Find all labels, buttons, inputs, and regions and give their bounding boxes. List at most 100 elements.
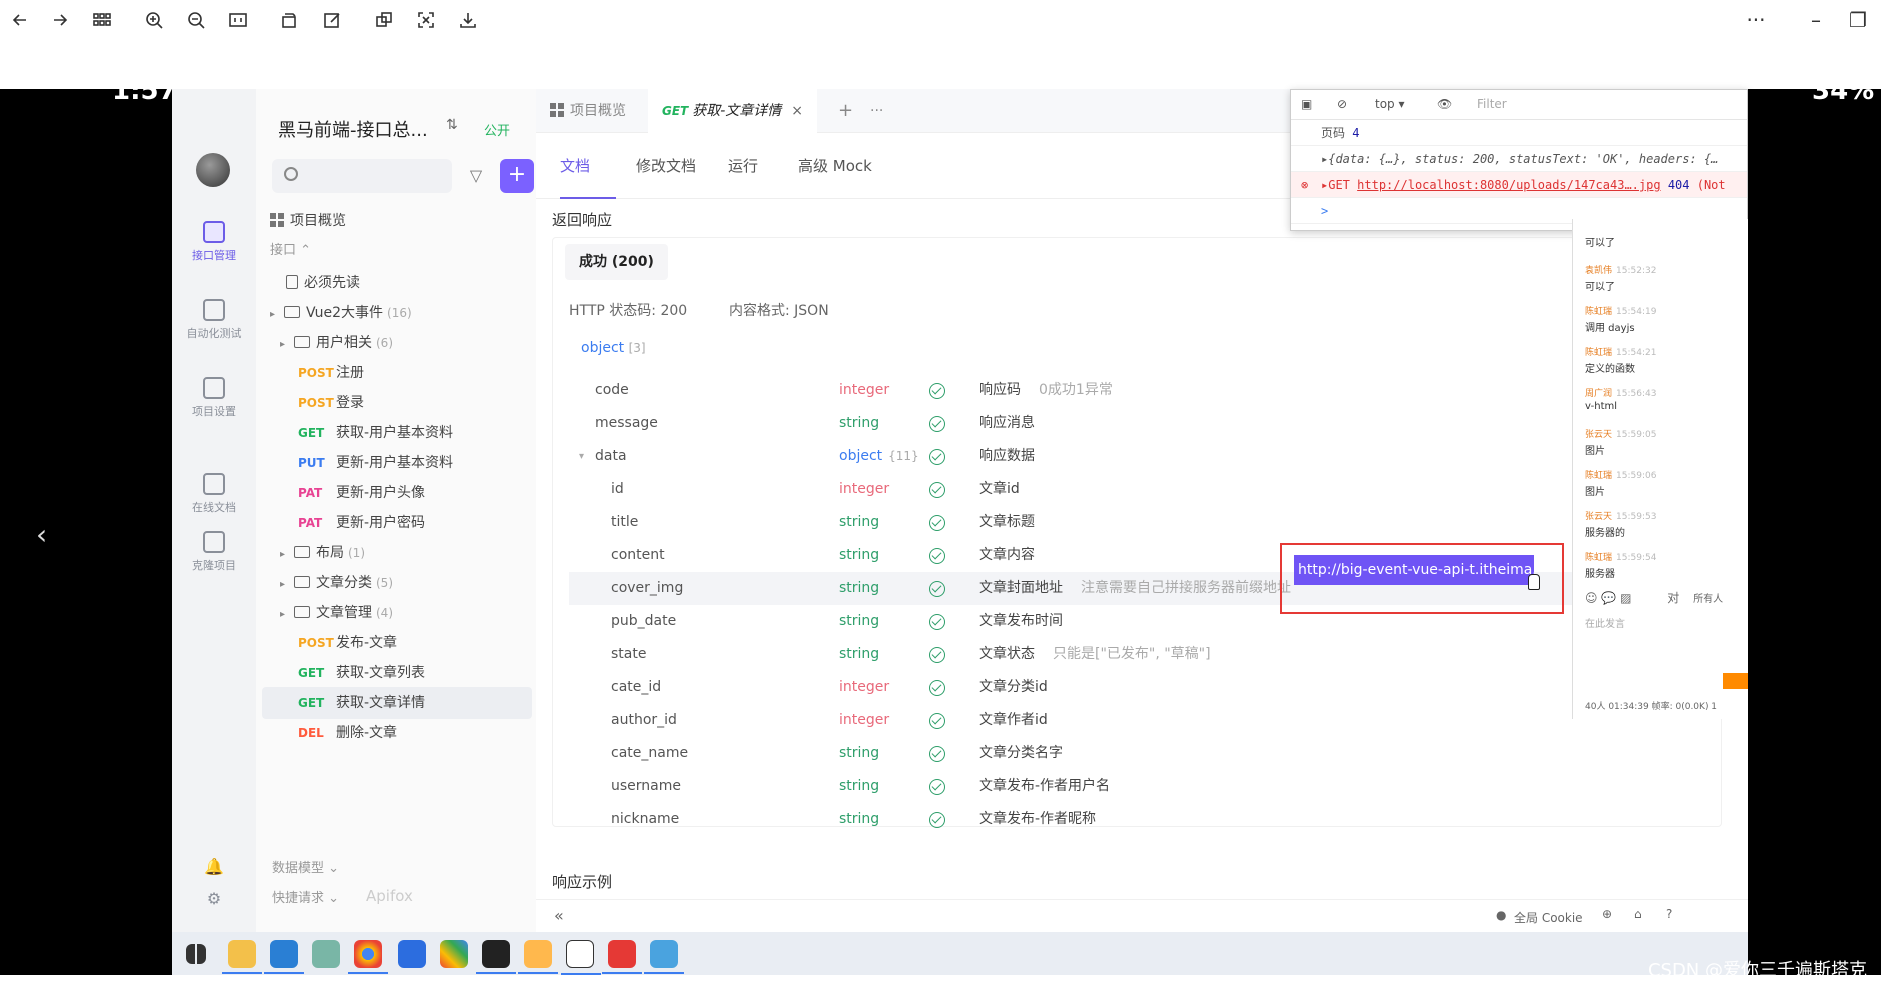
minimize-icon[interactable]: – [1802,6,1830,34]
api-item[interactable]: GET 获取-文章列表 [256,657,536,689]
app-multicolor-icon[interactable] [440,940,468,968]
console-error[interactable]: ⊗ ▸GET http://localhost:8080/uploads/147c… [1291,172,1747,198]
clear-console-icon[interactable]: ⊘ [1337,97,1347,111]
previous-image-icon[interactable]: ‹ [36,518,47,551]
project-name[interactable]: 黑马前端-接口总... [278,116,428,142]
chrome-icon[interactable] [348,940,388,974]
project-switch-icon[interactable]: ⇅ [446,117,458,133]
data-models-link[interactable]: 数据模型 ⌄ [272,857,339,876]
api-item[interactable]: GET 获取-文章详情 [262,687,532,719]
field-description: 文章标题 [979,506,1035,539]
avatar[interactable] [196,153,230,187]
upload-icon[interactable]: ⊕ [1602,907,1612,921]
shirt-icon[interactable]: ⌂ [1634,907,1642,921]
folder-item[interactable]: ▸ 用户相关 (6) [256,327,536,359]
console-filter-input[interactable]: Filter [1477,97,1507,111]
chat-to-select[interactable]: 所有人 [1693,594,1723,605]
typora-icon[interactable] [561,940,601,975]
file-explorer-icon[interactable] [222,940,262,974]
api-item[interactable]: PAT 更新-用户头像 [256,477,536,509]
actual-size-icon[interactable] [224,6,252,34]
tab-success-200[interactable]: 成功 (200) [565,244,668,280]
refresh-app-icon[interactable] [312,940,340,968]
interfaces-header[interactable]: 接口 ⌃ [256,235,536,267]
field-type-label: string [839,745,880,761]
app-orange-icon[interactable] [518,940,558,974]
tab-docs[interactable]: 文档 [560,155,590,176]
api-item[interactable]: POST 登录 [256,387,536,419]
folder-item[interactable]: ▸ 文章分类 (5) [256,567,536,599]
folder-item[interactable]: ▸ 文章管理 (4) [256,597,536,629]
app-red-icon[interactable] [602,940,642,974]
tab-run[interactable]: 运行 [728,155,758,176]
chat-input[interactable]: 在此发言 [1585,615,1625,630]
gear-icon[interactable]: ⚙ [172,889,256,908]
eye-icon[interactable]: 👁 [1437,97,1452,111]
field-type: string [839,506,879,539]
terminal-icon[interactable] [476,940,516,974]
api-label: 更新-用户头像 [336,485,426,501]
collapse-caret-icon[interactable]: ▾ [579,440,584,473]
more-tabs-icon[interactable]: ··· [856,89,897,133]
comment-icon[interactable]: 💬 [1601,591,1616,605]
api-item[interactable]: POST 注册 [256,357,536,389]
folder-count: (1) [348,546,365,560]
zoom-in-icon[interactable] [140,6,168,34]
back-arrow-icon[interactable] [6,6,34,34]
tab-get-article-detail[interactable]: GET 获取-文章详情 × [648,89,818,133]
restore-icon[interactable]: ❐ [1844,6,1872,34]
scan-icon[interactable] [412,6,440,34]
api-item[interactable]: PAT 更新-用户密码 [256,507,536,539]
search-input[interactable] [272,159,452,193]
more-icon[interactable]: ··· [1742,6,1770,34]
app-cloud-icon[interactable] [644,940,684,974]
forward-arrow-icon[interactable] [46,6,74,34]
api-item[interactable]: DEL 删除-文章 [256,717,536,749]
rail-item-settings[interactable]: 项目设置 [172,377,256,419]
sidebar-item-overview[interactable]: 项目概览 [256,205,536,237]
folder-icon [294,546,310,558]
collapse-icon[interactable]: « [554,906,564,925]
windows-start-icon[interactable] [186,944,206,964]
rail-item-docs[interactable]: 在线文档 [172,473,256,515]
vscode-icon[interactable] [264,940,304,974]
folder-item[interactable]: ▸ Vue2大事件 (16) [256,297,536,329]
grid-view-icon[interactable] [88,6,116,34]
help-icon[interactable]: ? [1666,907,1672,921]
rail-item-api[interactable]: 接口管理 [172,221,256,263]
rotate-icon[interactable] [276,6,304,34]
field-type: string [839,605,879,638]
folder-item[interactable]: ▸ 布局 (1) [256,537,536,569]
sidebar-toggle-icon[interactable]: ▣ [1301,97,1312,111]
emoji-icon[interactable]: ☺ [1585,591,1598,605]
quick-request-link[interactable]: 快捷请求 ⌄ [272,887,339,906]
filter-icon[interactable]: ▽ [460,159,492,193]
bell-icon[interactable]: 🔔 [172,857,256,876]
api-item[interactable]: GET 获取-用户基本资料 [256,417,536,449]
api-item[interactable]: PUT 更新-用户基本资料 [256,447,536,479]
console-log-object[interactable]: ▸{data: {…}, status: 200, statusText: 'O… [1291,146,1747,172]
rail-item-test[interactable]: 自动化测试 [172,299,256,341]
global-cookie-link[interactable]: 全局 Cookie [1514,909,1583,926]
api-item[interactable]: POST 发布-文章 [256,627,536,659]
field-desc-label: 文章发布-作者用户名 [979,778,1111,794]
app-blue-icon[interactable] [398,940,426,968]
sidebar-item-must-read[interactable]: 必须先读 [256,267,536,299]
edit-icon[interactable] [318,6,346,34]
close-icon[interactable]: × [791,103,803,119]
error-url[interactable]: http://localhost:8080/uploads/147ca43….j… [1357,178,1660,192]
download-icon[interactable] [454,6,482,34]
context-selector[interactable]: top ▾ [1375,97,1405,111]
tab-edit-docs[interactable]: 修改文档 [636,155,696,176]
image-icon[interactable]: ▨ [1620,591,1631,605]
clone-icon [203,531,225,553]
add-button[interactable]: + [500,159,534,193]
copy-icon[interactable] [370,6,398,34]
zoom-out-icon[interactable] [182,6,210,34]
tab-project-overview[interactable]: 项目概览 [536,89,640,133]
chat-sender-name: 陈虹瑞 [1585,553,1613,563]
tab-advanced-mock[interactable]: 高级 Mock [798,155,872,176]
send-button[interactable] [1723,673,1748,689]
rail-item-clone[interactable]: 克隆项目 [172,531,256,573]
chat-sender: 袁凯伟 15:52:32 [1585,260,1748,276]
